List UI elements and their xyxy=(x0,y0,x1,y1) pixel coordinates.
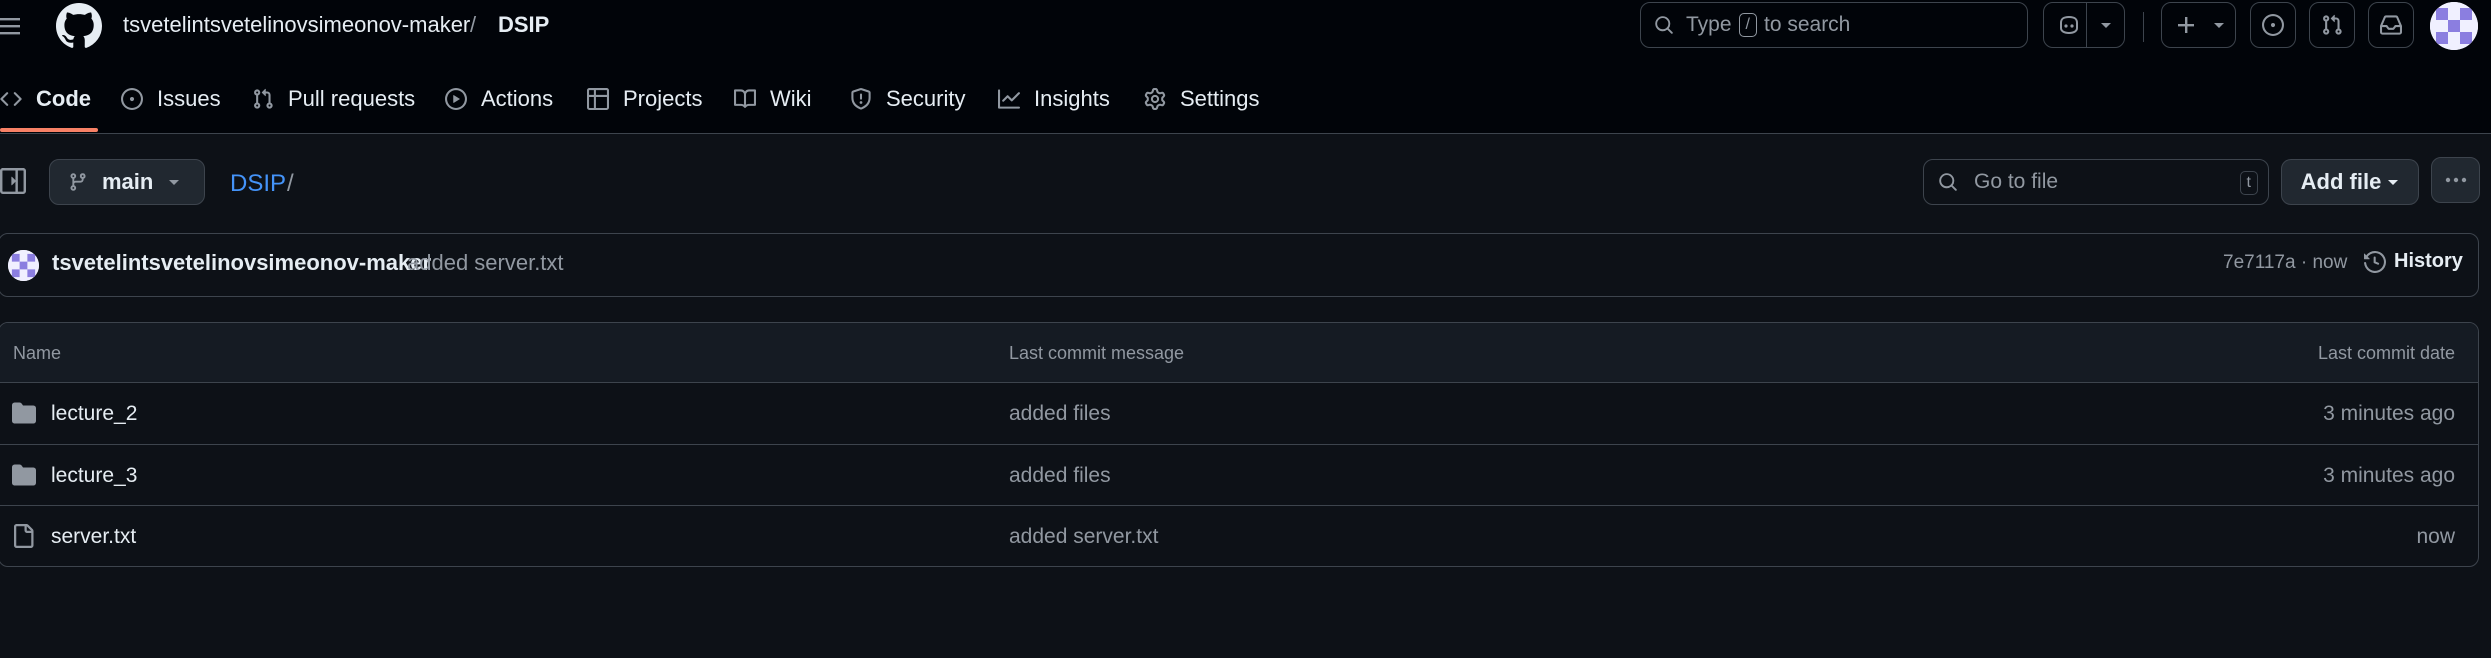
inbox-icon xyxy=(2380,14,2402,36)
git-branch-icon xyxy=(68,172,88,192)
shield-icon xyxy=(851,88,871,110)
tab-projects-label: Projects xyxy=(623,86,703,111)
search-placeholder-prefix: Type xyxy=(1686,13,1732,36)
file-commit-date: now xyxy=(2416,525,2455,548)
tab-security[interactable]: Security xyxy=(850,72,965,126)
code-icon xyxy=(0,92,22,106)
search-icon xyxy=(1938,172,1958,192)
issues-shortcut-button[interactable] xyxy=(2250,2,2296,48)
history-button[interactable]: History xyxy=(2364,250,2463,273)
commit-author-link[interactable]: tsvetelintsvetelinovsimeonov-maker xyxy=(52,250,431,276)
file-icon xyxy=(11,524,35,548)
tab-insights-label: Insights xyxy=(1034,86,1110,111)
branch-name: main xyxy=(102,169,154,194)
git-pull-request-icon xyxy=(2321,14,2343,36)
hamburger-menu-icon[interactable] xyxy=(0,13,22,39)
tab-projects[interactable]: Projects xyxy=(587,72,702,126)
column-header-last-commit-date: Last commit date xyxy=(2317,343,2455,363)
sidebar-expand-icon[interactable] xyxy=(0,168,26,194)
branch-selector-button[interactable]: main xyxy=(49,159,205,205)
file-table: Name Last commit message Last commit dat… xyxy=(0,322,2479,567)
copilot-chevron-down-icon[interactable] xyxy=(2099,21,2113,31)
more-options-button[interactable] xyxy=(2431,157,2480,203)
breadcrumb-path-separator: / xyxy=(287,170,294,197)
file-name-link[interactable]: server.txt xyxy=(51,525,136,549)
pull-requests-shortcut-button[interactable] xyxy=(2309,2,2355,48)
tab-settings[interactable]: Settings xyxy=(1144,72,1260,126)
github-logo-icon[interactable] xyxy=(56,3,102,49)
history-icon xyxy=(2364,250,2386,273)
tab-selected-underline xyxy=(0,128,98,132)
global-search-input[interactable]: Type / to search xyxy=(1640,2,2028,48)
history-label: History xyxy=(2394,250,2463,272)
kebab-horizontal-icon xyxy=(2444,176,2468,184)
tab-settings-label: Settings xyxy=(1180,86,1260,111)
issue-opened-icon xyxy=(121,88,143,110)
go-to-file-placeholder: Go to file xyxy=(1974,170,2059,193)
table-row[interactable]: server.txt added server.txt now xyxy=(0,505,2478,566)
tab-code[interactable]: Code xyxy=(0,72,91,126)
breadcrumb-owner-link[interactable]: tsvetelintsvetelinovsimeonov-maker xyxy=(123,12,470,38)
tab-wiki-label: Wiki xyxy=(770,86,812,111)
table-row[interactable]: lecture_2 added files 3 minutes ago xyxy=(0,383,2478,444)
breadcrumb-separator: / xyxy=(470,12,477,37)
issue-opened-icon xyxy=(2262,14,2284,36)
commit-message-link[interactable]: added server.txt xyxy=(407,250,564,276)
search-shortcut-key: / xyxy=(1738,13,1757,37)
column-header-name: Name xyxy=(13,343,62,363)
commit-sha-time[interactable]: 7e7117a · now xyxy=(2223,252,2347,274)
file-table-header: Name Last commit message Last commit dat… xyxy=(0,323,2478,383)
go-to-file-input[interactable]: Go to file t xyxy=(1923,159,2269,205)
file-commit-message-link[interactable]: added files xyxy=(1009,464,1111,488)
tab-actions-label: Actions xyxy=(481,86,554,111)
triangle-down-icon xyxy=(2387,177,2399,187)
user-avatar[interactable] xyxy=(2430,2,2478,50)
play-icon xyxy=(445,88,467,110)
copilot-button[interactable] xyxy=(2043,2,2125,48)
git-pull-request-icon xyxy=(254,88,273,109)
file-commit-date: 3 minutes ago xyxy=(2323,402,2455,425)
file-commit-message-link[interactable]: added server.txt xyxy=(1009,525,1158,549)
tab-wiki[interactable]: Wiki xyxy=(734,72,812,126)
tab-issues-label: Issues xyxy=(157,86,221,111)
table-icon xyxy=(587,88,609,110)
copilot-icon xyxy=(2057,14,2081,36)
triangle-down-icon xyxy=(2212,21,2226,31)
table-row[interactable]: lecture_3 added files 3 minutes ago xyxy=(0,444,2478,505)
tab-pull-requests-label: Pull requests xyxy=(288,86,416,111)
add-file-label: Add file xyxy=(2300,169,2382,194)
search-icon xyxy=(1654,15,1674,35)
file-commit-message-link[interactable]: added files xyxy=(1009,402,1111,426)
search-placeholder-suffix: to search xyxy=(1763,13,1851,36)
go-to-file-shortcut-key: t xyxy=(2239,171,2258,195)
inbox-button[interactable] xyxy=(2368,2,2414,48)
create-new-button[interactable] xyxy=(2161,2,2236,48)
gear-icon xyxy=(1144,88,1166,110)
folder-icon xyxy=(11,401,37,425)
tab-actions[interactable]: Actions xyxy=(445,72,553,126)
tab-issues[interactable]: Issues xyxy=(121,72,221,126)
tab-insights[interactable]: Insights xyxy=(998,72,1110,126)
column-header-last-commit-message: Last commit message xyxy=(1009,343,1185,363)
book-icon xyxy=(734,89,756,108)
breadcrumb-repo-link[interactable]: DSIP xyxy=(498,12,549,38)
avatar[interactable] xyxy=(8,250,39,281)
triangle-down-icon xyxy=(167,178,181,188)
file-name-link[interactable]: lecture_3 xyxy=(51,464,137,488)
graph-icon xyxy=(998,89,1020,109)
tab-security-label: Security xyxy=(886,86,966,111)
tab-code-label: Code xyxy=(36,86,91,111)
file-name-link[interactable]: lecture_2 xyxy=(51,402,137,426)
plus-icon xyxy=(2176,15,2196,35)
tab-pull-requests[interactable]: Pull requests xyxy=(252,72,415,126)
folder-icon xyxy=(11,463,37,487)
file-commit-date: 3 minutes ago xyxy=(2323,464,2455,487)
add-file-button[interactable]: Add file xyxy=(2281,159,2419,205)
breadcrumb-path-repo[interactable]: DSIP xyxy=(230,170,286,198)
